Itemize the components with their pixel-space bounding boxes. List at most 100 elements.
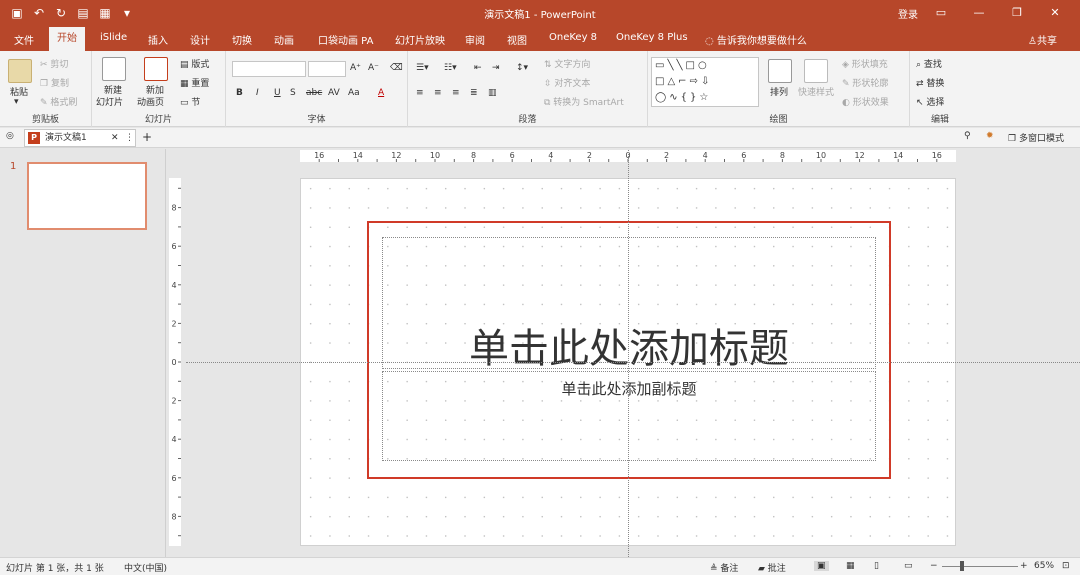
slideshow-icon[interactable]: ▭ [904,561,913,571]
title-placeholder[interactable]: 单击此处添加标题 [382,237,876,372]
underline-button[interactable]: U [274,88,281,98]
copy-button[interactable]: ❐ 复制 [40,76,69,89]
align-left-icon[interactable]: ≡ [416,88,424,98]
share-button[interactable]: ♙共享 [1028,32,1057,47]
tab-view[interactable]: 视图 [507,32,527,47]
grow-font-icon[interactable]: A⁺ [350,63,361,73]
paste-dropdown-icon[interactable]: ▾ [14,97,19,107]
bold-button[interactable]: B [236,88,243,98]
smartart-button[interactable]: ⧉ 转换为 SmartArt [544,95,624,108]
settings-icon[interactable]: ✹ [986,131,994,141]
tab-onekey8[interactable]: OneKey 8 [549,32,597,43]
increase-indent-icon[interactable]: ⇥ [492,63,500,73]
shape-curve-icon[interactable]: ∿ [669,92,680,103]
layout-button[interactable]: ▤ 版式 [180,57,209,70]
align-right-icon[interactable]: ≡ [452,88,460,98]
decrease-indent-icon[interactable]: ⇤ [474,63,482,73]
fit-window-icon[interactable]: ⊡ [1062,561,1070,571]
shape-brace-icon[interactable]: { [681,92,690,103]
pin-icon[interactable]: ⚲ [964,131,971,141]
shape-arrow-right-icon[interactable]: ⇨ [690,76,701,87]
format-painter-button[interactable]: ✎ 格式刷 [40,95,77,108]
shape-effects-button[interactable]: ◐ 形状效果 [842,95,889,108]
shape-rect-icon[interactable]: □ [655,76,667,87]
login-link[interactable]: 登录 [898,6,918,21]
add-animation-page-icon[interactable] [144,57,168,81]
zoom-out-icon[interactable]: − [930,561,938,571]
shadow-button[interactable]: S [290,88,296,98]
shape-rectangle-icon[interactable]: □ [686,60,698,71]
quick-styles-label[interactable]: 快速样式 [798,85,834,98]
section-button[interactable]: ▭ 节 [180,95,200,108]
notes-button[interactable]: ≜ 备注 [710,561,738,574]
align-text-button[interactable]: ⇳ 对齐文本 [544,76,590,89]
shape-triangle-icon[interactable]: △ [667,76,678,87]
new-slide-label-2[interactable]: 幻灯片 [96,95,123,108]
cut-button[interactable]: ✂ 剪切 [40,57,68,70]
shapes-gallery[interactable]: ▭╲╲□○ □△⌐⇨⇩ ◯∿{}☆ [651,57,759,107]
multi-window-button[interactable]: ❐ 多窗口模式 [1008,131,1064,144]
subtitle-placeholder-text[interactable]: 单击此处添加副标题 [383,378,875,399]
numbering-icon[interactable]: ☷▾ [444,63,457,73]
shape-star-icon[interactable]: ☆ [699,92,711,103]
strikethrough-button[interactable]: abc [306,88,322,98]
shape-brace-icon[interactable]: } [690,92,699,103]
vertical-ruler[interactable]: 8 6 4 2 0 2 4 6 8 [169,178,181,546]
tab-file[interactable]: 文件 [14,32,34,47]
change-case-button[interactable]: Aa [348,88,360,98]
replace-button[interactable]: ⇄ 替换 [916,76,944,89]
reading-view-icon[interactable]: ▯ [874,561,879,571]
clear-format-icon[interactable]: ⌫ [390,63,403,73]
tab-pocket-animation[interactable]: 口袋动画 PA [318,32,373,47]
zoom-slider[interactable] [942,566,1018,567]
maximize-icon[interactable]: ❐ [998,2,1036,24]
text-direction-button[interactable]: ⇅ 文字方向 [544,57,590,70]
comments-button[interactable]: ▰ 批注 [758,561,786,574]
shape-fill-button[interactable]: ◈ 形状填充 [842,57,888,70]
tab-animations[interactable]: 动画 [274,32,294,47]
add-page-label-2[interactable]: 动画页 [137,95,164,108]
tab-insert[interactable]: 插入 [148,32,168,47]
justify-icon[interactable]: ≣ [470,88,478,98]
columns-icon[interactable]: ▥ [488,88,497,98]
char-spacing-button[interactable]: AV [328,88,340,98]
paste-button[interactable]: 粘贴 [10,85,28,98]
line-spacing-icon[interactable]: ↕▾ [516,63,528,73]
subtitle-placeholder[interactable]: 单击此处添加副标题 [382,371,876,461]
tab-design[interactable]: 设计 [190,32,210,47]
tell-me-box[interactable]: ◌ 告诉我你想要做什么 [705,32,807,47]
slide-sorter-icon[interactable]: ▦ [846,561,855,571]
arrange-icon[interactable] [768,59,792,83]
shape-connector-icon[interactable]: ⌐ [678,76,689,87]
quick-styles-icon[interactable] [804,59,828,83]
shape-oval-icon[interactable]: ○ [698,60,710,71]
shape-line-icon[interactable]: ╲ [676,60,685,71]
shape-freeform-icon[interactable]: ◯ [655,92,669,103]
zoom-slider-thumb[interactable] [960,561,964,571]
font-color-button[interactable]: A [378,88,384,98]
close-tab-icon[interactable]: ✕ [111,130,119,146]
language-indicator[interactable]: 中文(中国) [124,561,167,574]
tab-slideshow[interactable]: 幻灯片放映 [395,32,445,47]
paste-icon[interactable] [8,59,32,83]
tab-home[interactable]: 开始 [49,27,85,51]
tab-menu-icon[interactable]: ⋮ [125,130,134,146]
shrink-font-icon[interactable]: A⁻ [368,63,379,73]
panel-toggle-icon[interactable]: ◎ [6,131,14,141]
zoom-level[interactable]: 65% [1034,561,1054,571]
tab-transitions[interactable]: 切换 [232,32,252,47]
shape-arrow-down-icon[interactable]: ⇩ [701,76,712,87]
ribbon-display-icon[interactable]: ▭ [922,2,960,24]
reset-button[interactable]: ▦ 重置 [180,76,209,89]
tab-onekey8plus[interactable]: OneKey 8 Plus [616,32,688,43]
bullets-icon[interactable]: ☰▾ [416,63,429,73]
select-button[interactable]: ↖ 选择 [916,95,944,108]
find-button[interactable]: ⌕ 查找 [916,57,942,70]
font-name-input[interactable] [232,61,306,77]
zoom-in-icon[interactable]: + [1020,561,1028,571]
shape-outline-button[interactable]: ✎ 形状轮廓 [842,76,888,89]
new-slide-icon[interactable] [102,57,126,81]
arrange-label[interactable]: 排列 [770,85,788,98]
shape-textbox-icon[interactable]: ▭ [655,60,667,71]
italic-button[interactable]: I [256,88,259,98]
